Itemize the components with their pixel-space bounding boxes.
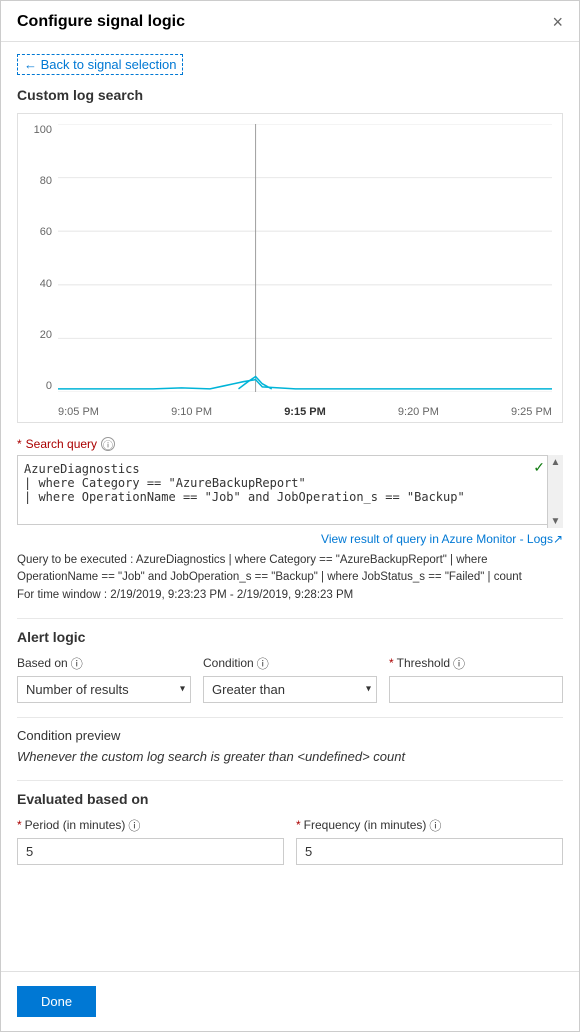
query-box-wrapper: AzureDiagnostics | where Category == "Az… <box>17 455 563 528</box>
chart-inner <box>58 124 552 392</box>
based-on-info-icon[interactable]: ⓘ <box>71 655 83 672</box>
period-group: * Period (in minutes) ⓘ <box>17 817 284 865</box>
y-label-60: 60 <box>40 226 52 238</box>
x-label-905: 9:05 PM <box>58 406 99 418</box>
evaluated-form-row: * Period (in minutes) ⓘ * Frequency (in … <box>17 817 563 865</box>
y-label-0: 0 <box>46 380 52 392</box>
period-info-icon[interactable]: ⓘ <box>128 817 140 834</box>
scroll-up-arrow[interactable]: ▲ <box>549 455 563 469</box>
condition-select[interactable]: Greater than Less than Equal to <box>203 676 377 703</box>
condition-preview-label: Condition preview <box>17 728 563 743</box>
threshold-label: * Threshold ⓘ <box>389 655 563 672</box>
x-label-925: 9:25 PM <box>511 406 552 418</box>
x-label-920: 9:20 PM <box>398 406 439 418</box>
y-label-20: 20 <box>40 329 52 341</box>
x-axis: 9:05 PM 9:10 PM 9:15 PM 9:20 PM 9:25 PM <box>58 394 552 422</box>
view-result-link[interactable]: View result of query in Azure Monitor - … <box>17 532 563 546</box>
search-query-info-icon[interactable]: ⓘ <box>101 437 115 451</box>
alert-logic-row: Based on ⓘ Number of results Metric meas… <box>17 655 563 703</box>
condition-info-icon[interactable]: ⓘ <box>257 655 269 672</box>
y-label-80: 80 <box>40 175 52 187</box>
based-on-group: Based on ⓘ Number of results Metric meas… <box>17 655 191 703</box>
section-title: Custom log search <box>17 87 563 103</box>
y-label-100: 100 <box>34 124 52 136</box>
done-button[interactable]: Done <box>17 986 96 1017</box>
y-axis: 100 80 60 40 20 0 <box>18 124 56 392</box>
condition-preview-text: Whenever the custom log search is greate… <box>17 749 563 764</box>
close-button[interactable]: × <box>552 13 563 31</box>
evaluated-title: Evaluated based on <box>17 791 563 807</box>
x-label-915: 9:15 PM <box>284 406 326 418</box>
search-query-label: * Search query ⓘ <box>17 437 563 451</box>
condition-group: Condition ⓘ Greater than Less than Equal… <box>203 655 377 703</box>
y-label-40: 40 <box>40 278 52 290</box>
threshold-group: * Threshold ⓘ <box>389 655 563 703</box>
x-label-910: 9:10 PM <box>171 406 212 418</box>
threshold-info-icon[interactable]: ⓘ <box>453 655 465 672</box>
based-on-label: Based on ⓘ <box>17 655 191 672</box>
condition-select-wrapper: Greater than Less than Equal to ▾ <box>203 676 377 703</box>
frequency-info-icon[interactable]: ⓘ <box>429 817 441 834</box>
frequency-label: * Frequency (in minutes) ⓘ <box>296 817 563 834</box>
frequency-group: * Frequency (in minutes) ⓘ <box>296 817 563 865</box>
based-on-select[interactable]: Number of results Metric measurement <box>17 676 191 703</box>
chart-svg <box>58 124 552 392</box>
condition-preview-section: Condition preview Whenever the custom lo… <box>17 728 563 764</box>
query-scrollbar[interactable]: ▲ ▼ <box>547 455 563 528</box>
evaluated-section: Evaluated based on * Period (in minutes)… <box>17 791 563 865</box>
threshold-input[interactable] <box>389 676 563 703</box>
chart-area: 100 80 60 40 20 0 <box>17 113 563 423</box>
alert-logic-title: Alert logic <box>17 629 563 645</box>
dialog-title: Configure signal logic <box>17 13 185 31</box>
based-on-select-wrapper: Number of results Metric measurement ▾ <box>17 676 191 703</box>
search-query-input[interactable]: AzureDiagnostics | where Category == "Az… <box>17 455 563 525</box>
period-input[interactable] <box>17 838 284 865</box>
check-icon: ✓ <box>533 459 545 476</box>
condition-label: Condition ⓘ <box>203 655 377 672</box>
query-info: Query to be executed : AzureDiagnostics … <box>17 552 563 604</box>
dialog-footer: Done <box>1 971 579 1031</box>
scroll-down-arrow[interactable]: ▼ <box>549 514 563 528</box>
period-label: * Period (in minutes) ⓘ <box>17 817 284 834</box>
frequency-input[interactable] <box>296 838 563 865</box>
back-to-signal-link[interactable]: ← Back to signal selection <box>17 54 183 75</box>
